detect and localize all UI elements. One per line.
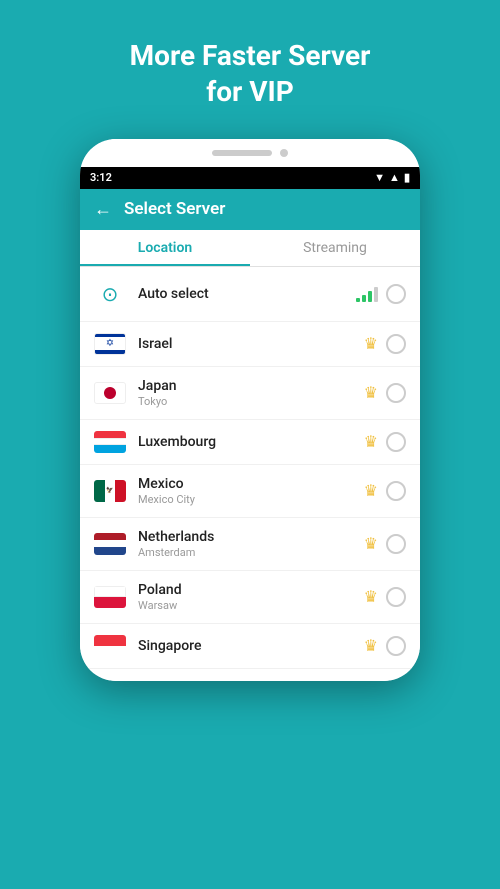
flag-mexico: 🦅 bbox=[94, 480, 126, 502]
phone-speaker bbox=[212, 150, 272, 156]
flag-israel: ✡ bbox=[94, 333, 126, 355]
server-actions bbox=[356, 284, 406, 304]
server-city: Amsterdam bbox=[138, 546, 352, 559]
server-name: Mexico bbox=[138, 476, 352, 492]
signal-icon: ▲ bbox=[389, 171, 400, 184]
radio-button[interactable] bbox=[386, 284, 406, 304]
server-city: Tokyo bbox=[138, 395, 352, 408]
server-name: Luxembourg bbox=[138, 434, 352, 450]
crown-icon: ♛ bbox=[364, 587, 378, 606]
crown-icon: ♛ bbox=[364, 636, 378, 655]
server-info: Luxembourg bbox=[138, 434, 352, 450]
app-bar-title: Select Server bbox=[124, 199, 225, 219]
status-bar: 3:12 ▼ ▲ ▮ bbox=[80, 167, 420, 189]
server-info: Auto select bbox=[138, 286, 344, 302]
tab-location[interactable]: Location bbox=[80, 230, 250, 266]
phone-bottom bbox=[80, 669, 420, 681]
crown-icon: ♛ bbox=[364, 334, 378, 353]
flag-singapore bbox=[94, 635, 126, 657]
phone-top-bar bbox=[80, 139, 420, 167]
app-bar: ← Select Server bbox=[80, 189, 420, 230]
crown-icon: ♛ bbox=[364, 534, 378, 553]
radio-button[interactable] bbox=[386, 383, 406, 403]
server-info: Japan Tokyo bbox=[138, 378, 352, 408]
radio-button[interactable] bbox=[386, 481, 406, 501]
hero-section: More Faster Server for VIP bbox=[130, 38, 371, 111]
status-icons: ▼ ▲ ▮ bbox=[374, 171, 410, 184]
server-actions: ♛ bbox=[364, 334, 406, 354]
server-actions: ♛ bbox=[364, 481, 406, 501]
battery-icon: ▮ bbox=[404, 171, 410, 184]
server-info: Singapore bbox=[138, 638, 352, 654]
server-name: Japan bbox=[138, 378, 352, 394]
crown-icon: ♛ bbox=[364, 432, 378, 451]
list-item[interactable]: ⊙ Auto select bbox=[80, 267, 420, 322]
flag-poland bbox=[94, 586, 126, 608]
list-item[interactable]: 🦅 Mexico Mexico City ♛ bbox=[80, 465, 420, 518]
crown-icon: ♛ bbox=[364, 481, 378, 500]
list-item[interactable]: Netherlands Amsterdam ♛ bbox=[80, 518, 420, 571]
hero-line2: for VIP bbox=[130, 74, 371, 110]
radio-button[interactable] bbox=[386, 587, 406, 607]
server-info: Poland Warsaw bbox=[138, 582, 352, 612]
list-item[interactable]: Poland Warsaw ♛ bbox=[80, 571, 420, 624]
server-city: Warsaw bbox=[138, 599, 352, 612]
list-item[interactable]: Luxembourg ♛ bbox=[80, 420, 420, 465]
tab-streaming[interactable]: Streaming bbox=[250, 230, 420, 266]
wifi-icon: ▼ bbox=[374, 171, 385, 184]
server-actions: ♛ bbox=[364, 383, 406, 403]
phone-camera bbox=[280, 149, 288, 157]
server-name: Poland bbox=[138, 582, 352, 598]
server-actions: ♛ bbox=[364, 587, 406, 607]
server-actions: ♛ bbox=[364, 636, 406, 656]
location-pin-icon: ⊙ bbox=[94, 278, 126, 310]
server-actions: ♛ bbox=[364, 432, 406, 452]
flag-netherlands bbox=[94, 533, 126, 555]
server-name: Israel bbox=[138, 336, 352, 352]
server-info: Netherlands Amsterdam bbox=[138, 529, 352, 559]
hero-line1: More Faster Server bbox=[130, 38, 371, 74]
list-item[interactable]: Singapore ♛ bbox=[80, 624, 420, 669]
radio-button[interactable] bbox=[386, 432, 406, 452]
server-list: ⊙ Auto select ✡ bbox=[80, 267, 420, 669]
server-city: Mexico City bbox=[138, 493, 352, 506]
server-actions: ♛ bbox=[364, 534, 406, 554]
back-button[interactable]: ← bbox=[94, 199, 112, 220]
server-name: Netherlands bbox=[138, 529, 352, 545]
flag-japan bbox=[94, 382, 126, 404]
radio-button[interactable] bbox=[386, 636, 406, 656]
server-name: Auto select bbox=[138, 286, 344, 302]
phone-mockup: 3:12 ▼ ▲ ▮ ← Select Server Location Stre… bbox=[80, 139, 420, 681]
status-time: 3:12 bbox=[90, 171, 112, 184]
flag-luxembourg bbox=[94, 431, 126, 453]
crown-icon: ♛ bbox=[364, 383, 378, 402]
signal-bars-icon bbox=[356, 286, 378, 302]
list-item[interactable]: ✡ Israel ♛ bbox=[80, 322, 420, 367]
server-name: Singapore bbox=[138, 638, 352, 654]
radio-button[interactable] bbox=[386, 334, 406, 354]
server-info: Mexico Mexico City bbox=[138, 476, 352, 506]
list-item[interactable]: Japan Tokyo ♛ bbox=[80, 367, 420, 420]
radio-button[interactable] bbox=[386, 534, 406, 554]
server-info: Israel bbox=[138, 336, 352, 352]
tabs-container: Location Streaming bbox=[80, 230, 420, 267]
